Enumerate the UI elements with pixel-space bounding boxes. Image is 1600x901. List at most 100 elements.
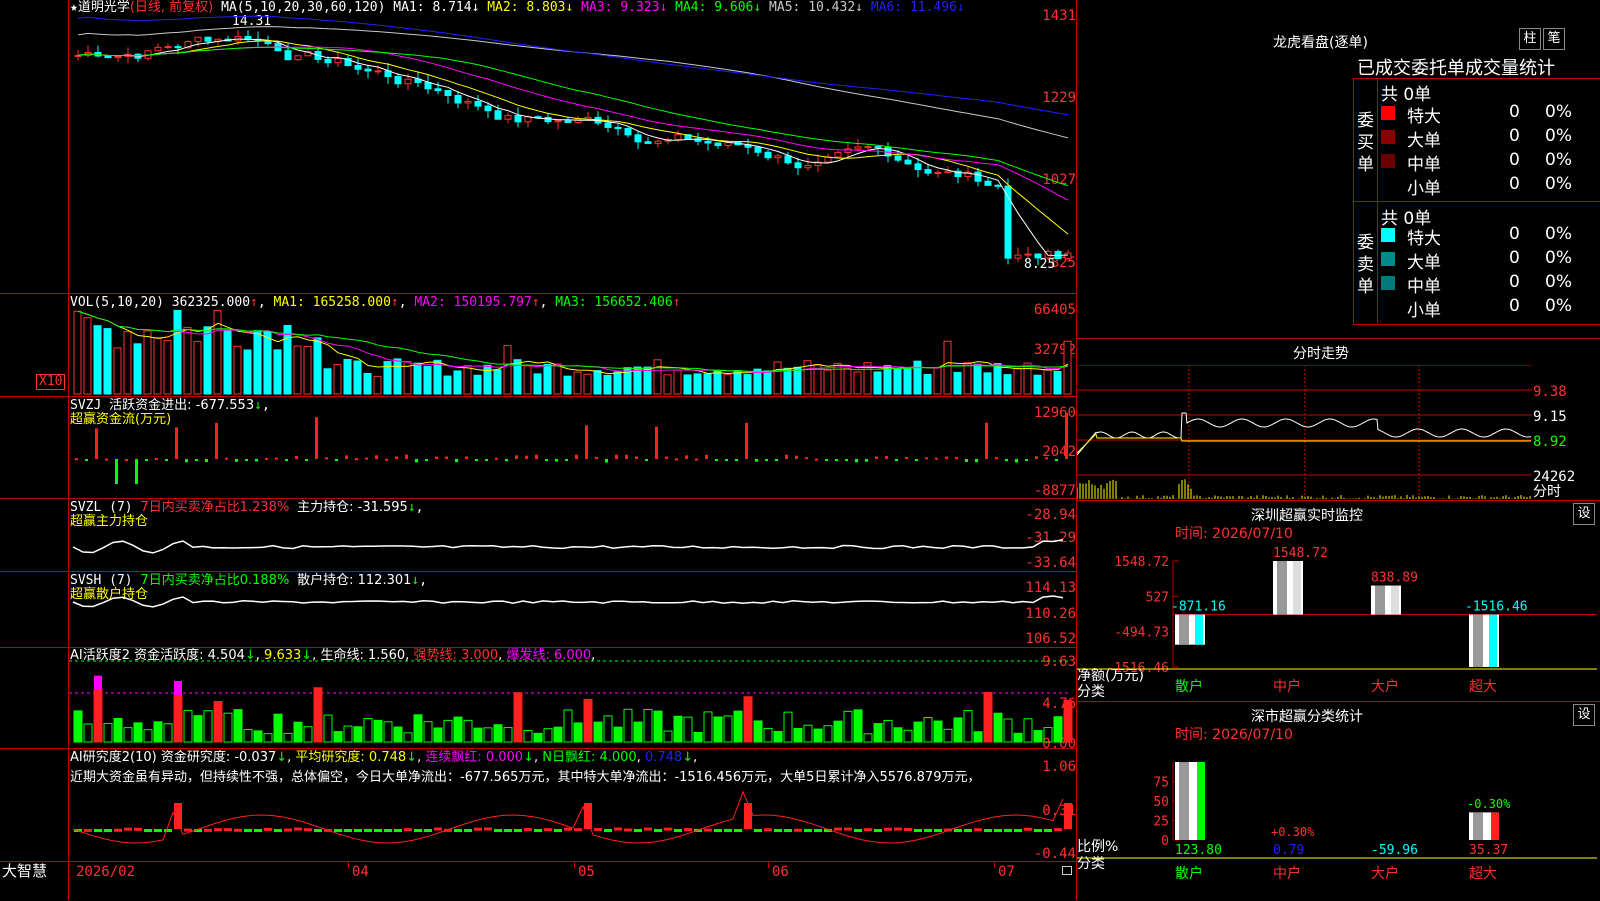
research-bar xyxy=(764,828,772,832)
research-bar xyxy=(84,828,92,832)
x-label-3: 06 xyxy=(772,864,789,880)
kline-chart[interactable] xyxy=(69,0,1076,293)
volume-bar xyxy=(73,310,82,395)
activity-bar xyxy=(303,726,313,743)
research-bar xyxy=(504,829,512,832)
research-bar xyxy=(1034,829,1042,832)
svsh-chart[interactable] xyxy=(69,572,1076,647)
value-bar-edge xyxy=(1391,585,1399,615)
flow-bar xyxy=(675,458,678,461)
sell-side-label: 委卖单 xyxy=(1357,233,1374,297)
dragon-mid-line xyxy=(1353,201,1600,202)
sz-monitor-settings-button[interactable]: 设 xyxy=(1573,503,1595,525)
burst-bar xyxy=(174,680,182,695)
flow-bar xyxy=(415,459,418,463)
activity-bar xyxy=(723,715,733,743)
research-bar xyxy=(334,829,342,832)
research-bar xyxy=(284,828,292,832)
activity-bar xyxy=(1013,732,1023,743)
volume-bar xyxy=(123,331,132,395)
volume-bar xyxy=(313,337,322,395)
research-bar xyxy=(864,828,872,832)
volume-bar xyxy=(573,371,582,395)
data-label: 35.37 xyxy=(1469,843,1508,858)
flow-bar xyxy=(425,459,428,461)
research-bar xyxy=(414,829,422,832)
pct-label: -0.30% xyxy=(1467,797,1511,811)
value-bar-shade xyxy=(1277,561,1287,615)
volume-bar xyxy=(163,339,172,395)
volume-bar xyxy=(1033,374,1042,395)
volume-bar xyxy=(823,369,832,395)
volume-bar xyxy=(993,363,1002,395)
intraday-panel[interactable]: 分时走势 9.38 9.15 8.92 24262 分时 xyxy=(1077,338,1600,501)
candle xyxy=(1064,252,1072,260)
volume-bar xyxy=(563,375,572,395)
ma-line-5 xyxy=(77,26,1069,139)
buy-row-color-swatch xyxy=(1381,130,1395,144)
candle xyxy=(494,110,502,120)
tick-toggle-button[interactable]: 笔 xyxy=(1543,28,1565,50)
sz-class-panel[interactable]: 深市超赢分类统计 设 时间: 2026/07/10 比例% 分类 75 50 25 0… xyxy=(1077,701,1600,901)
y-tick-label: 1548.72 xyxy=(1114,555,1169,570)
volume-bar xyxy=(283,324,292,395)
ai-active-chart[interactable] xyxy=(69,648,1076,748)
buy-row-value: 0 xyxy=(1509,174,1520,194)
research-bar xyxy=(594,827,602,831)
ai-active-panel[interactable]: 9.63 4.76 0.00 AI活跃度2 资金活跃度: 4.504↓, 9.6… xyxy=(0,648,1076,752)
sz-monitor-chart[interactable]: 1548.72 527 -494.73 -1516.46 -871.16 散户 1548.7… xyxy=(1077,545,1600,702)
volume-bar xyxy=(683,374,692,395)
dragon-panel[interactable]: 龙虎看盘(逐单) 柱 笔 已成交委托单成交量统计 委买单 共 0单 委卖单 共 … xyxy=(1077,0,1600,338)
sz-class-chart[interactable]: 75 50 25 0 123.80 散户 0.79 中户 -59.96 大户 35.37 超大 +0.3… xyxy=(1077,746,1600,901)
ai-research-chart[interactable] xyxy=(69,749,1076,861)
candle xyxy=(474,100,482,107)
svzj-chart[interactable] xyxy=(69,397,1076,498)
flow-bar xyxy=(785,454,788,459)
research-bar xyxy=(634,829,642,832)
research-bar xyxy=(644,827,652,831)
flow-bar xyxy=(435,456,438,459)
sz-class-settings-button[interactable]: 设 xyxy=(1573,704,1595,726)
column-toggle-button[interactable]: 柱 xyxy=(1519,28,1541,50)
volume-bar xyxy=(1043,368,1052,395)
research-bar xyxy=(234,828,242,832)
volume-bar xyxy=(853,371,862,395)
svzl-chart[interactable] xyxy=(69,499,1076,571)
activity-bar xyxy=(193,715,203,743)
candle xyxy=(354,65,362,70)
flow-bar xyxy=(985,422,988,459)
candle xyxy=(794,162,802,169)
lock-icon[interactable] xyxy=(1062,866,1072,875)
research-bar xyxy=(674,829,682,832)
flow-bar xyxy=(505,459,508,462)
activity-bar xyxy=(273,713,283,743)
research-bar xyxy=(924,829,932,832)
buy-row-pct: 0% xyxy=(1545,102,1572,122)
sz-monitor-panel[interactable]: 深圳超赢实时监控 设 时间: 2026/07/10 净额(万元) 分类 1548… xyxy=(1077,500,1600,702)
svzl-panel[interactable]: -28.94 -31.29 -33.64 SVZL (7) 7日内买卖净占比1.… xyxy=(0,499,1076,572)
volume-bar xyxy=(303,346,312,395)
ai-research-panel[interactable]: 1.06 0.31 -0.44 AI研究度2(10) 资金研究度: -0.037… xyxy=(0,749,1076,863)
activity-bar xyxy=(923,717,933,743)
intraday-chart[interactable] xyxy=(1077,365,1532,501)
flow-bar xyxy=(875,456,878,459)
volume-bar xyxy=(223,330,232,395)
activity-bar xyxy=(323,714,333,743)
activity-bar xyxy=(643,709,653,743)
research-bar xyxy=(564,827,572,831)
svzj-panel[interactable]: 12960 2042 -8877 SVZJ 活跃资金进出: -677.553↓,… xyxy=(0,397,1076,500)
kline-panel[interactable]: 1431 1229 1027 825 ★道明光学(日线, 前复权) MA(5,1… xyxy=(0,0,1076,900)
vol-unit-badge: X10 xyxy=(36,374,66,390)
research-bar xyxy=(494,829,502,832)
activity-bar xyxy=(123,727,133,743)
volume-panel[interactable]: 66405 32792 X10 VOL(5,10,20) 362325.000↑… xyxy=(0,294,1076,396)
activity-bar xyxy=(453,716,463,743)
y-tick-label: 527 xyxy=(1146,590,1169,605)
volume-bar xyxy=(763,370,772,395)
research-bar xyxy=(804,829,812,832)
volume-chart[interactable] xyxy=(69,294,1076,396)
flow-bar xyxy=(155,458,158,461)
volume-bar xyxy=(583,373,592,395)
volume-bar xyxy=(293,345,302,395)
svsh-panel[interactable]: 114.13 110.26 106.52 SVSH (7) 7日内买卖净占比0.… xyxy=(0,572,1076,648)
